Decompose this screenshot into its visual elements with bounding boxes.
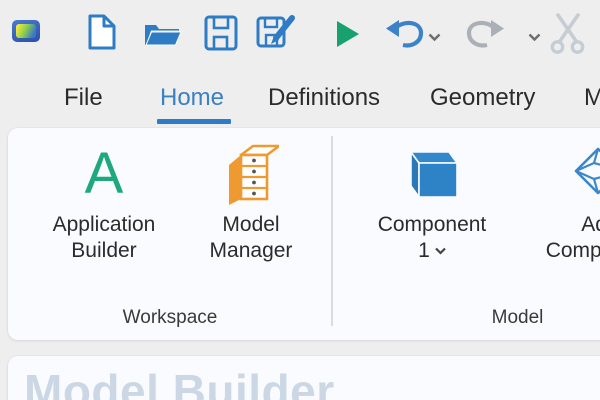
add-component-diamond-icon	[574, 146, 600, 196]
model-manager-button[interactable]: Model Manager	[186, 142, 316, 264]
app-icon[interactable]	[12, 20, 40, 42]
tab-materials[interactable]: Materials	[584, 84, 600, 112]
component-1-label-line2: 1	[418, 238, 430, 264]
model-manager-label-line2: Manager	[210, 238, 293, 264]
add-component-button[interactable]: Add Component	[536, 142, 600, 264]
chevron-down-icon	[435, 247, 446, 255]
new-file-button[interactable]	[86, 13, 118, 51]
open-folder-icon	[143, 17, 183, 51]
undo-dropdown-button[interactable]	[428, 33, 441, 42]
open-file-button[interactable]	[143, 17, 183, 51]
group-label-model: Model	[335, 307, 600, 329]
application-builder-button[interactable]: A Application Builder	[28, 142, 180, 264]
new-file-icon	[86, 13, 118, 51]
chevron-down-icon	[428, 33, 441, 42]
group-label-workspace: Workspace	[10, 307, 330, 329]
component-1-label-line1: Component	[378, 212, 487, 238]
add-component-label-line2: Component	[546, 238, 600, 264]
app-logo-icon	[12, 20, 40, 42]
save-as-button[interactable]	[256, 13, 296, 51]
undo-icon	[384, 18, 424, 50]
undo-button[interactable]	[384, 18, 424, 50]
save-icon	[204, 15, 238, 51]
model-manager-icon	[223, 143, 279, 205]
tab-geometry[interactable]: Geometry	[430, 84, 535, 112]
active-tab-indicator	[157, 119, 231, 124]
chevron-down-icon	[528, 33, 541, 42]
application-builder-label-line1: Application	[53, 212, 156, 238]
save-button[interactable]	[204, 15, 238, 51]
add-component-label-line1: Add	[546, 212, 600, 238]
play-icon	[334, 19, 360, 49]
app-window: File Home Definitions Geometry Materials…	[0, 0, 600, 400]
redo-button[interactable]	[466, 18, 506, 50]
application-builder-label-line2: Builder	[53, 238, 156, 264]
run-button[interactable]	[334, 19, 360, 49]
scissors-icon	[549, 12, 587, 56]
save-as-icon	[256, 13, 296, 51]
redo-icon	[466, 18, 506, 50]
component-1-button[interactable]: Component 1	[368, 142, 496, 264]
application-builder-icon: A	[85, 144, 124, 204]
ribbon-group-separator	[331, 136, 333, 326]
tab-definitions[interactable]: Definitions	[268, 84, 380, 112]
model-builder-panel-title: Model Builder	[24, 364, 335, 400]
component-cube-icon	[403, 148, 461, 200]
tab-home[interactable]: Home	[160, 84, 224, 112]
model-manager-label-line1: Model	[210, 212, 293, 238]
redo-dropdown-button[interactable]	[528, 33, 541, 42]
tab-file[interactable]: File	[64, 84, 103, 112]
cut-button[interactable]	[549, 12, 587, 56]
